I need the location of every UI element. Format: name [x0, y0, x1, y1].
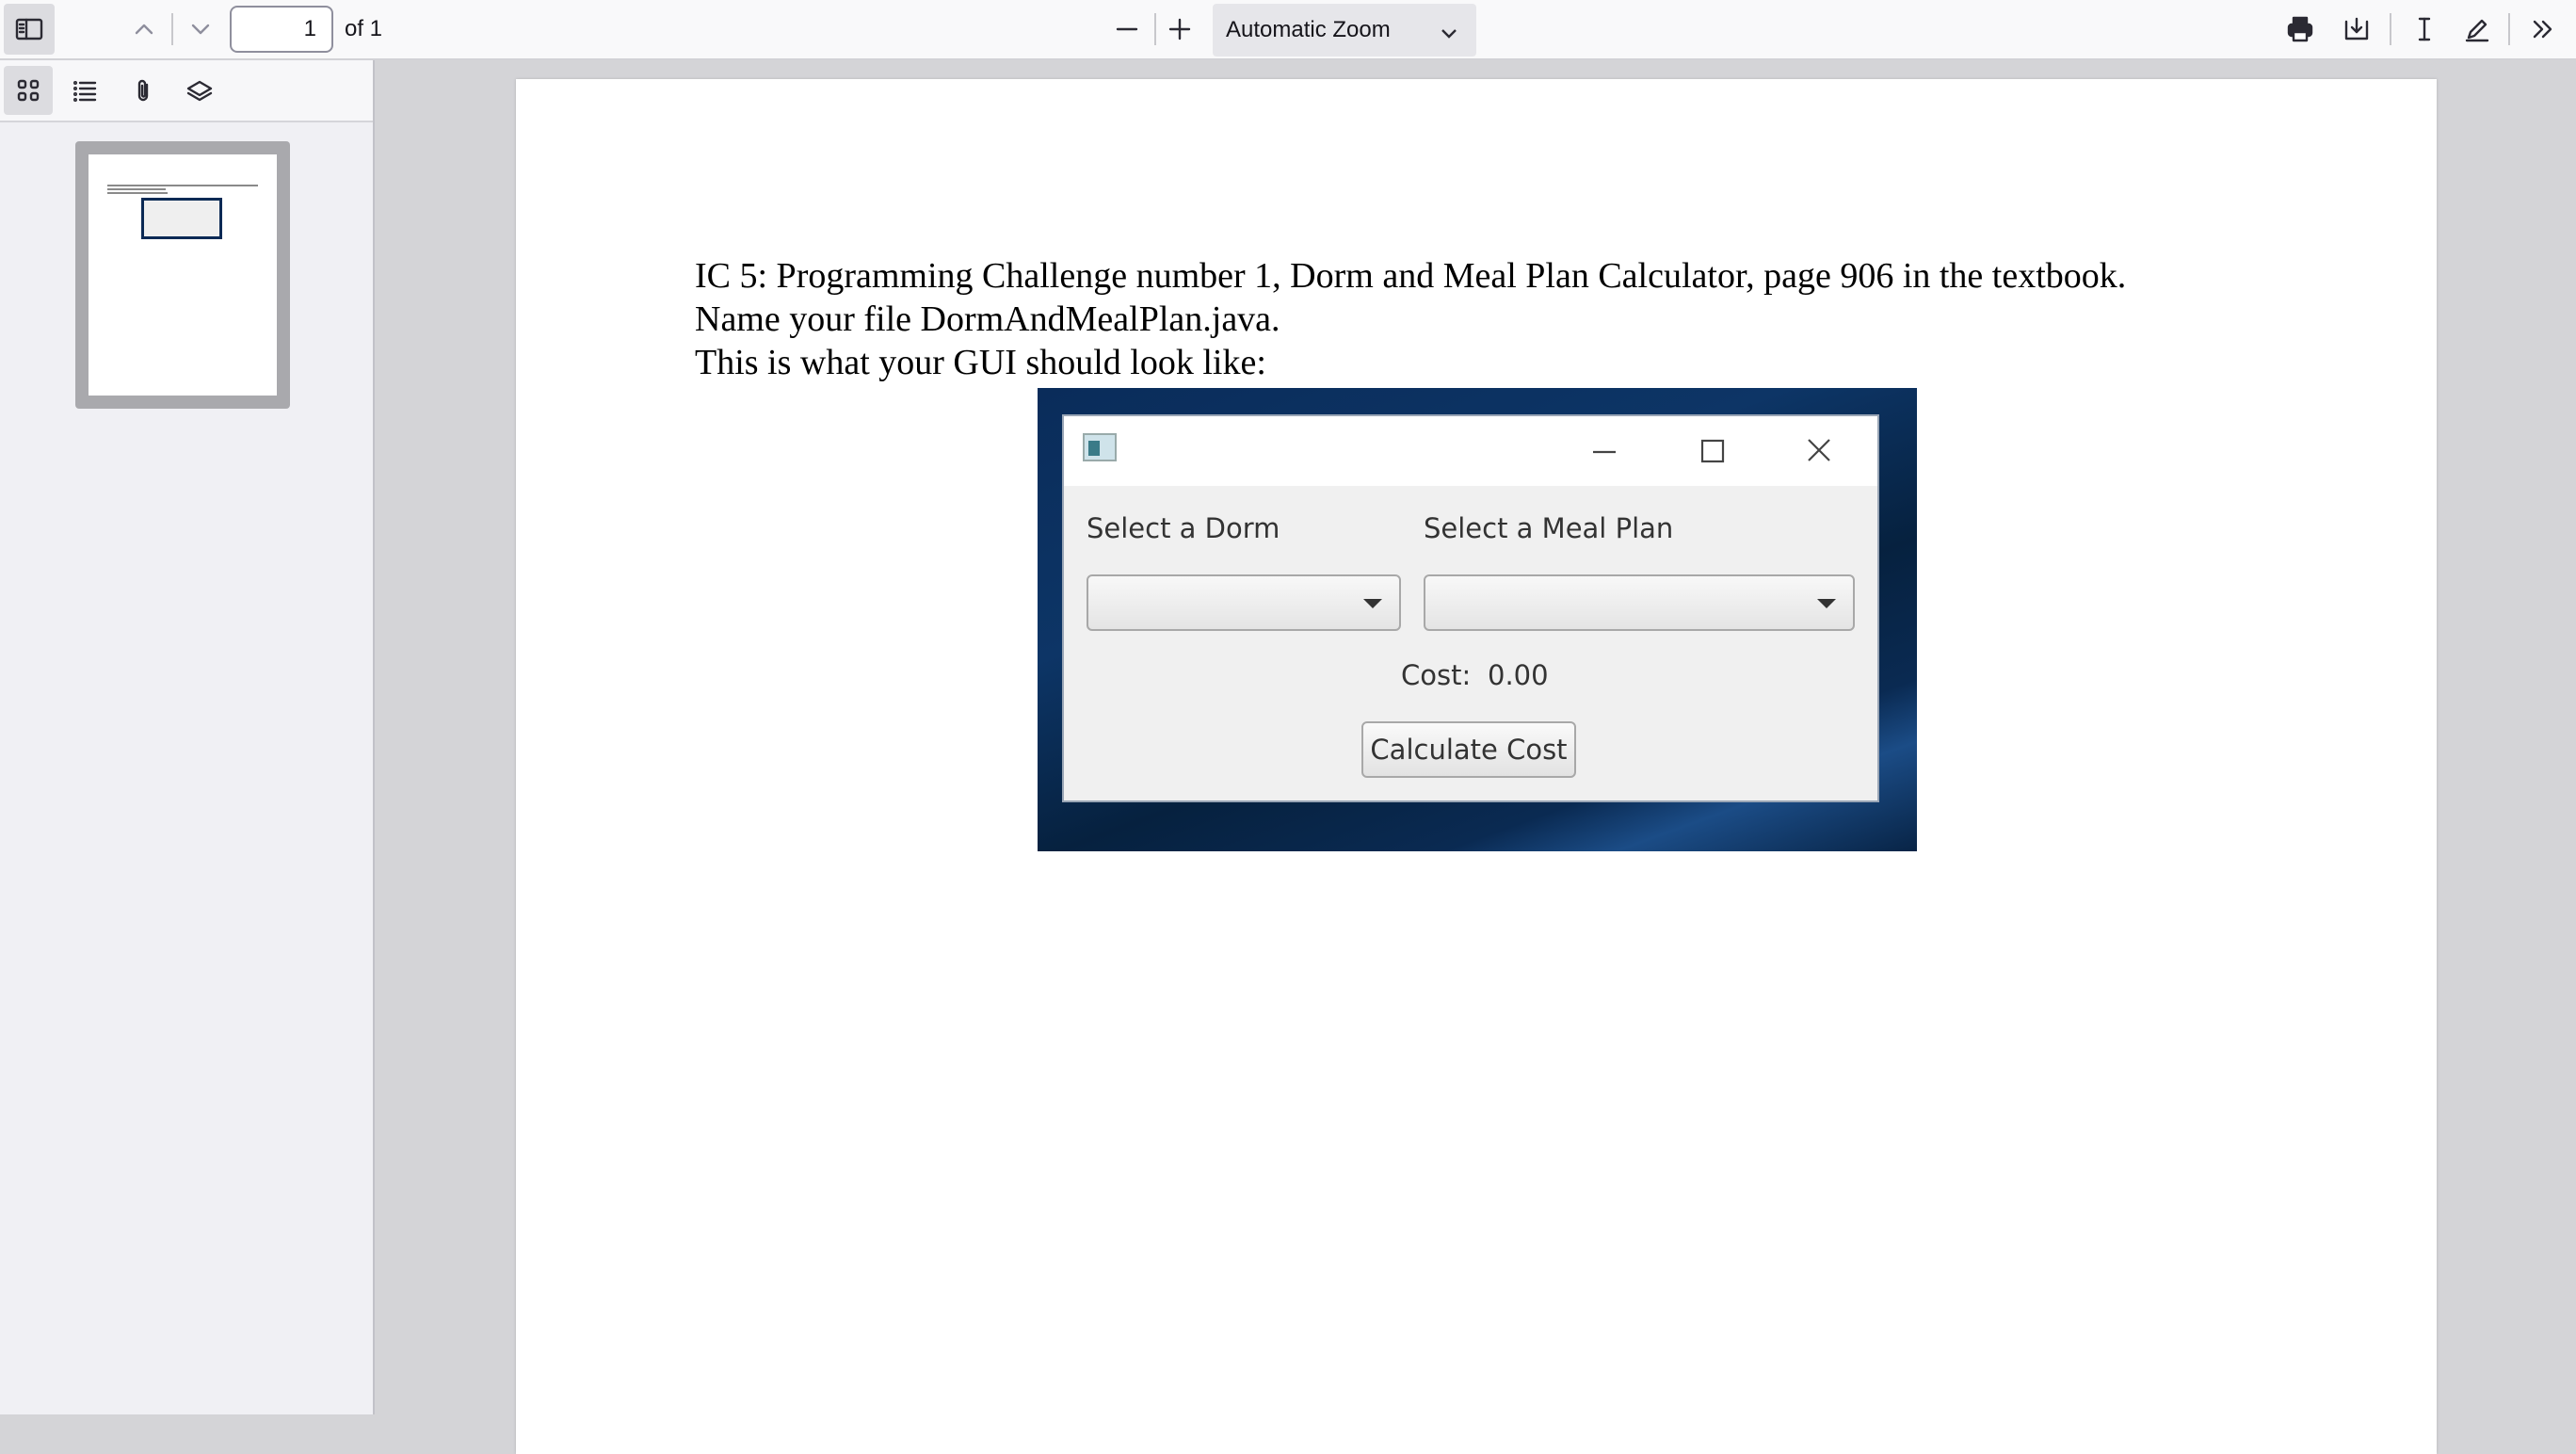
page-text: IC 5: Programming Challenge number 1, Do… — [695, 254, 2126, 384]
outline-view-button[interactable] — [60, 66, 109, 115]
pdf-toolbar: 1 of 1 Automatic Zoom — [0, 0, 2576, 60]
text-cursor-icon — [2418, 17, 2431, 41]
maximize-icon — [1693, 433, 1731, 471]
text-line: IC 5: Programming Challenge number 1, Do… — [695, 256, 2127, 296]
next-page-button[interactable] — [175, 4, 226, 55]
zoom-select-value: Automatic Zoom — [1226, 17, 1391, 42]
chevron-down-icon — [191, 24, 210, 35]
toolbar-divider — [171, 13, 173, 45]
dorm-combobox — [1087, 574, 1401, 631]
layers-view-button[interactable] — [175, 66, 224, 115]
close-icon — [1800, 433, 1838, 471]
dropdown-arrow-icon — [1817, 599, 1836, 608]
text-tool-button[interactable] — [2399, 4, 2450, 55]
page-number-input[interactable]: 1 — [230, 6, 333, 53]
draw-tool-button[interactable] — [2452, 4, 2503, 55]
dialog-titlebar — [1064, 416, 1877, 486]
printer-icon — [2287, 16, 2313, 42]
document-viewer[interactable]: IC 5: Programming Challenge number 1, Do… — [375, 60, 2576, 1454]
toolbar-divider — [2390, 13, 2391, 45]
sample-dialog-window: Select a Dorm Select a Meal Plan Cost: 0… — [1062, 414, 1879, 802]
grid-icon — [17, 79, 40, 102]
more-tools-button[interactable] — [2518, 4, 2568, 55]
zoom-select[interactable]: Automatic Zoom — [1213, 4, 1476, 57]
meal-plan-combobox — [1424, 574, 1855, 631]
text-line: Name your file DormAndMealPlan.java. — [695, 299, 1280, 339]
list-icon — [72, 80, 97, 103]
meal-plan-label: Select a Meal Plan — [1424, 512, 1674, 544]
calculate-cost-button: Calculate Cost — [1361, 721, 1576, 778]
paperclip-icon — [137, 79, 149, 102]
minimize-icon — [1586, 433, 1623, 471]
chevron-up-icon — [135, 24, 153, 35]
thumbnail-page — [89, 154, 277, 396]
thumbnails-view-button[interactable] — [4, 66, 53, 115]
toolbar-divider — [2508, 13, 2510, 45]
chevron-down-icon — [1435, 15, 1463, 43]
plus-icon — [1168, 18, 1191, 40]
zoom-out-button[interactable] — [1102, 4, 1152, 55]
sidebar-icon — [15, 18, 43, 40]
pdf-page: IC 5: Programming Challenge number 1, Do… — [516, 79, 2437, 1454]
toggle-sidebar-button[interactable] — [4, 4, 55, 55]
thumbnail-text-line — [107, 188, 166, 190]
gui-screenshot-image: Select a Dorm Select a Meal Plan Cost: 0… — [1038, 388, 1917, 851]
zoom-in-button[interactable] — [1154, 4, 1205, 55]
pen-icon — [2465, 19, 2489, 42]
page-thumbnail-1[interactable] — [75, 141, 290, 409]
cost-label: Cost: — [1401, 659, 1472, 691]
double-chevron-right-icon — [2533, 20, 2552, 39]
dropdown-arrow-icon — [1363, 599, 1382, 608]
thumbnail-text-line — [107, 192, 168, 194]
minus-icon — [1116, 27, 1138, 31]
download-button[interactable] — [2331, 4, 2382, 55]
attachments-view-button[interactable] — [119, 66, 168, 115]
thumbnail-text-line — [107, 185, 258, 186]
page-count-label: of 1 — [345, 16, 383, 41]
thumbnail-image — [141, 198, 222, 239]
dorm-label: Select a Dorm — [1087, 512, 1280, 544]
sidebar-view-buttons — [0, 60, 373, 122]
text-line: This is what your GUI should look like: — [695, 343, 1266, 382]
print-button[interactable] — [2275, 4, 2326, 55]
download-icon — [2344, 17, 2369, 40]
app-icon — [1083, 433, 1117, 461]
cost-value: 0.00 — [1488, 659, 1549, 691]
previous-page-button[interactable] — [119, 4, 169, 55]
sidebar — [0, 60, 375, 1414]
layers-icon — [186, 80, 213, 102]
